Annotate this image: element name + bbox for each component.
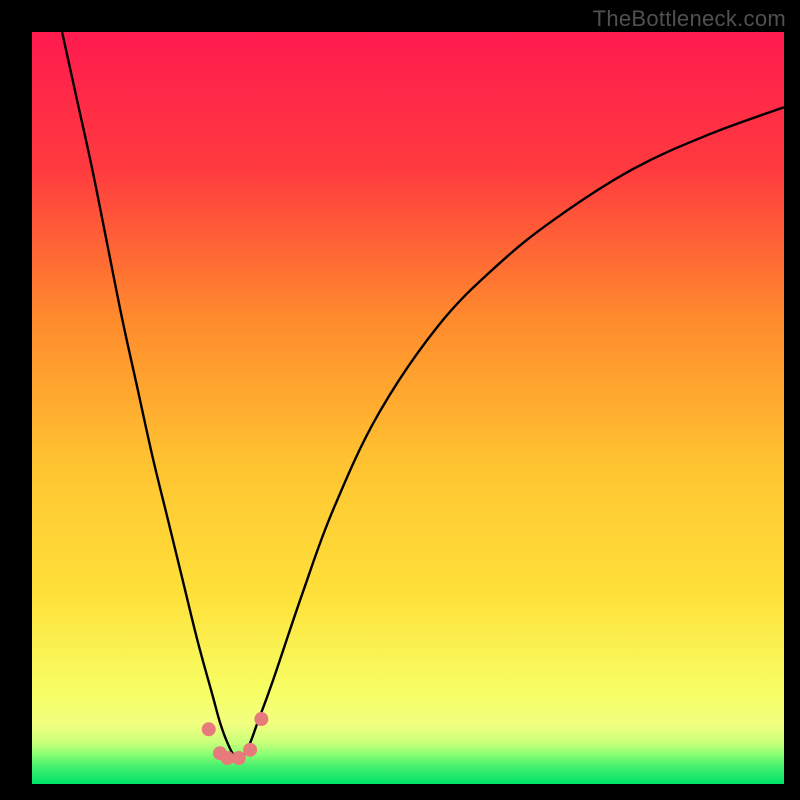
marker-dot	[254, 712, 268, 726]
bottleneck-curve	[62, 32, 784, 759]
marker-dot	[202, 722, 216, 736]
curve-layer	[32, 32, 784, 784]
plot-area	[32, 32, 784, 784]
marker-dot	[232, 751, 246, 765]
watermark-text: TheBottleneck.com	[593, 6, 786, 32]
bottleneck-curve-path	[62, 32, 784, 759]
chart-frame: TheBottleneck.com	[0, 0, 800, 800]
marker-dot	[243, 743, 257, 757]
marker-dots	[202, 712, 269, 765]
